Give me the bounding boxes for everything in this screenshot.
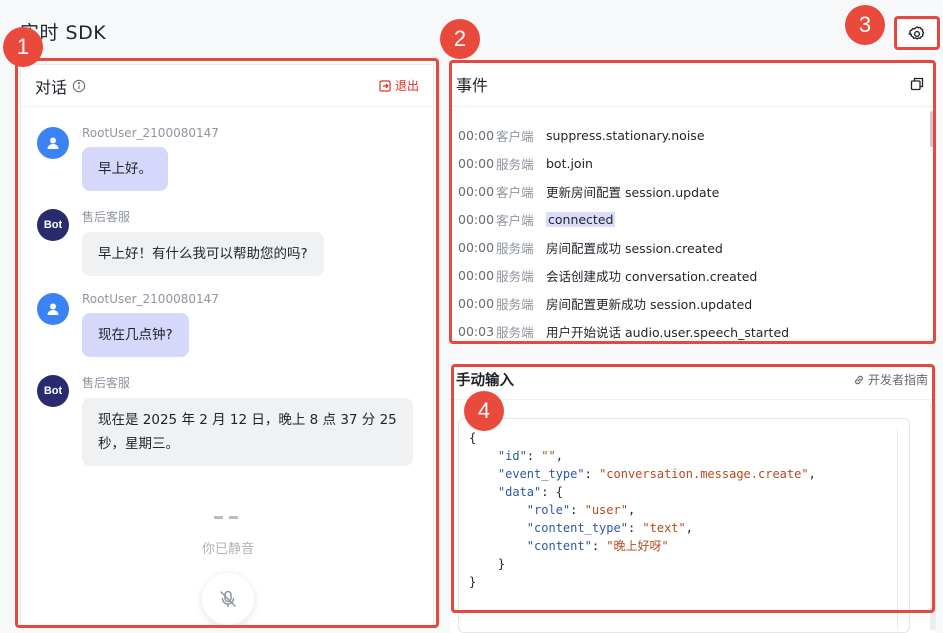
chat-message: Bot 售后客服 现在是 2025 年 2 月 12 日，晚上 8 点 37 分… <box>37 375 413 466</box>
message-bubble: 早上好。 <box>82 147 168 191</box>
chat-title-label: 对话 <box>35 77 68 97</box>
event-panel: 事件 00:00 客户端 suppress.stationary.noise 00:… <box>450 61 936 343</box>
annotation-badge-2: 2 <box>440 19 480 59</box>
developer-guide-link[interactable]: 开发者指南 <box>853 371 928 388</box>
message-line: 秒，星期三。 <box>98 436 179 452</box>
message-line: 现在是 2025 年 2 月 12 日，晚上 8 点 37 分 25 <box>98 412 397 428</box>
event-time: 00:00 <box>458 239 495 255</box>
event-title: 事件 <box>456 75 489 95</box>
event-source: 服务端 <box>496 296 534 312</box>
annotation-badge-3: 3 <box>845 5 885 45</box>
event-text: 房间配置成功 session.created <box>546 240 723 256</box>
event-time: 00:03 <box>458 323 495 339</box>
event-list: 00:00 客户端 suppress.stationary.noise 00:00 服… <box>458 121 789 343</box>
event-time: 00:00 <box>458 267 495 283</box>
chat-panel: 对话 退出 RootUser_2100080147 早上好。 Bot 售后客服 … <box>20 64 434 626</box>
event-text: suppress.stationary.noise <box>546 127 705 143</box>
code-value: "" <box>541 449 556 463</box>
code-value: "text" <box>642 521 686 535</box>
event-source: 客户端 <box>496 128 534 144</box>
chat-header: 对话 退出 <box>21 65 433 107</box>
developer-guide-label: 开发者指南 <box>867 373 928 387</box>
event-text: 更新房间配置 session.update <box>546 184 720 200</box>
message-sender: 售后客服 <box>82 376 131 390</box>
gear-icon <box>908 26 925 40</box>
message-sender: 售后客服 <box>82 210 131 224</box>
message-bubble: 现在几点钟? <box>82 313 189 357</box>
message-bubble: 现在是 2025 年 2 月 12 日，晚上 8 点 37 分 25 秒，星期三… <box>82 398 413 466</box>
event-text: 会话创建成功 conversation.created <box>546 268 758 284</box>
message-sender: RootUser_2100080147 <box>82 292 219 306</box>
event-text: 房间配置更新成功 session.updated <box>546 296 753 312</box>
event-time: 00:00 <box>458 127 495 143</box>
code-value: "晚上好呀" <box>606 539 669 553</box>
page: 实时 SDK 对话 退出 RootUser_2100080147 早上好。 Bo… <box>0 0 943 633</box>
info-icon[interactable] <box>72 79 86 93</box>
manual-input-header: 手动输入 开发者指南 <box>450 360 936 400</box>
mic-toggle-button[interactable] <box>202 573 254 625</box>
event-source: 客户端 <box>496 184 534 200</box>
event-source: 服务端 <box>496 324 534 340</box>
event-source: 客户端 <box>496 212 534 228</box>
manual-input-panel: 手动输入 开发者指南 { "id": "", "event_type": "co… <box>450 360 936 633</box>
mute-status: 你已静音 <box>201 542 254 557</box>
event-row[interactable]: 00:00 客户端 更新房间配置 session.update <box>458 177 789 205</box>
manual-input-title: 手动输入 <box>456 373 514 389</box>
json-editor[interactable]: { "id": "", "event_type": "conversation.… <box>458 418 910 633</box>
user-icon <box>47 303 59 315</box>
event-row[interactable]: 00:00 服务端 会话创建成功 conversation.created <box>458 261 789 289</box>
annotation-badge-4: 4 <box>464 391 504 431</box>
event-row[interactable]: 00:03 服务端 用户开始说话 audio.user.speech_started <box>458 317 789 343</box>
message-sender: RootUser_2100080147 <box>82 126 219 140</box>
chat-title: 对话 <box>35 74 86 98</box>
user-avatar <box>37 293 69 325</box>
copy-icon[interactable] <box>910 77 924 91</box>
event-text: connected <box>546 211 616 227</box>
event-row[interactable]: 00:00 客户端 connected <box>458 205 789 233</box>
link-icon <box>855 375 863 384</box>
annotation-badge-1: 1 <box>3 27 43 67</box>
exit-label: 退出 <box>394 79 419 93</box>
code-content: { "id": "", "event_type": "conversation.… <box>469 431 816 589</box>
chat-message: Bot 售后客服 早上好！有什么我可以帮助您的吗? <box>37 209 324 276</box>
event-source: 服务端 <box>496 156 534 172</box>
event-time: 00:00 <box>458 295 495 311</box>
event-row[interactable]: 00:00 客户端 suppress.stationary.noise <box>458 121 789 149</box>
code-value: "user" <box>584 503 628 517</box>
event-row[interactable]: 00:00 服务端 bot.join <box>458 149 789 177</box>
exit-button[interactable]: 退出 <box>379 77 419 94</box>
event-time: 00:00 <box>458 211 495 227</box>
message-bubble: 早上好！有什么我可以帮助您的吗? <box>82 232 324 276</box>
chat-message: RootUser_2100080147 现在几点钟? <box>37 292 219 357</box>
audio-level-indicator <box>214 516 238 519</box>
event-scrollbar[interactable] <box>930 111 934 147</box>
user-icon <box>47 137 59 149</box>
event-text: 用户开始说话 audio.user.speech_started <box>546 324 790 340</box>
mic-muted-icon <box>220 590 236 608</box>
code-value: "conversation.message.create" <box>599 467 809 481</box>
event-header: 事件 <box>450 61 936 107</box>
event-row[interactable]: 00:00 服务端 房间配置成功 session.created <box>458 233 789 261</box>
event-source: 服务端 <box>496 268 534 284</box>
settings-button[interactable] <box>896 20 938 48</box>
editor-scrollbar[interactable] <box>897 429 901 629</box>
chat-message: RootUser_2100080147 早上好。 <box>37 126 219 191</box>
event-time: 00:00 <box>458 155 495 171</box>
event-source: 服务端 <box>496 240 534 256</box>
bot-avatar: Bot <box>37 375 69 407</box>
event-text: bot.join <box>546 155 593 171</box>
user-avatar <box>37 127 69 159</box>
event-row[interactable]: 00:00 服务端 房间配置更新成功 session.updated <box>458 289 789 317</box>
manual-panel-scrollbar[interactable] <box>930 404 936 630</box>
bot-avatar: Bot <box>37 209 69 241</box>
event-time: 00:00 <box>458 183 495 199</box>
exit-icon <box>379 79 391 92</box>
